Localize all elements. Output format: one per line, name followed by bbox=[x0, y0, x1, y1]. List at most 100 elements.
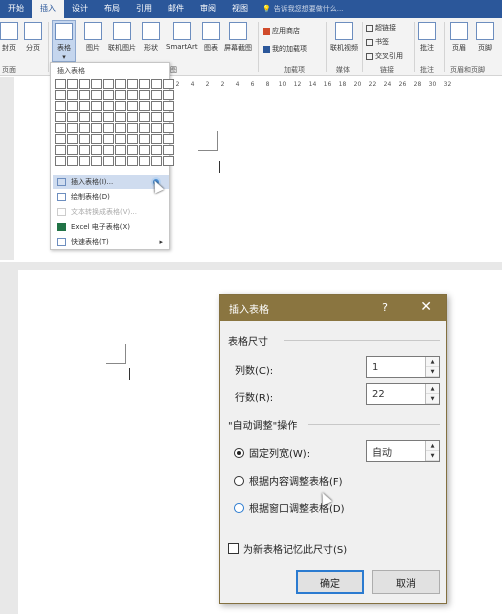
table-grid-cell[interactable] bbox=[79, 145, 90, 155]
table-grid-cell[interactable] bbox=[139, 79, 150, 89]
table-grid-cell[interactable] bbox=[91, 123, 102, 133]
table-grid-cell[interactable] bbox=[55, 123, 66, 133]
table-grid-cell[interactable] bbox=[103, 101, 114, 111]
table-grid-cell[interactable] bbox=[163, 145, 174, 155]
table-grid-cell[interactable] bbox=[55, 101, 66, 111]
table-grid-cell[interactable] bbox=[127, 90, 138, 100]
table-grid-cell[interactable] bbox=[115, 79, 126, 89]
table-grid-cell[interactable] bbox=[79, 112, 90, 122]
tell-me-box[interactable]: 💡 告诉我您想要做什么... bbox=[262, 4, 343, 14]
table-grid-cell[interactable] bbox=[79, 101, 90, 111]
table-grid-cell[interactable] bbox=[103, 145, 114, 155]
hyperlink-button[interactable]: 超链接 bbox=[366, 23, 396, 33]
table-grid-cell[interactable] bbox=[115, 90, 126, 100]
table-grid-cell[interactable] bbox=[163, 134, 174, 144]
table-grid-cell[interactable] bbox=[67, 79, 78, 89]
footer-button[interactable]: 页脚 bbox=[476, 22, 494, 53]
table-grid-cell[interactable] bbox=[127, 156, 138, 166]
tab-layout[interactable]: 布局 bbox=[96, 0, 128, 18]
table-grid-cell[interactable] bbox=[91, 112, 102, 122]
table-grid-cell[interactable] bbox=[103, 112, 114, 122]
table-grid-cell[interactable] bbox=[79, 156, 90, 166]
my-addins-button[interactable]: 我的加载项 bbox=[263, 44, 307, 54]
columns-field[interactable]: 1 ▲ ▼ bbox=[366, 356, 440, 378]
online-pictures-button[interactable]: 联机图片 bbox=[108, 22, 136, 53]
menu-item-draw-table[interactable]: 绘制表格(D) bbox=[53, 190, 169, 204]
autofit-content-radio[interactable]: 根据内容调整表格(F) bbox=[234, 473, 343, 488]
comment-button[interactable]: 批注 bbox=[418, 22, 436, 53]
bookmark-button[interactable]: 书签 bbox=[366, 37, 389, 47]
table-grid-cell[interactable] bbox=[55, 134, 66, 144]
chart-button[interactable]: 图表 bbox=[202, 22, 220, 53]
table-grid-cell[interactable] bbox=[127, 112, 138, 122]
table-grid-cell[interactable] bbox=[91, 156, 102, 166]
table-size-grid[interactable] bbox=[55, 79, 174, 166]
table-grid-cell[interactable] bbox=[163, 79, 174, 89]
dialog-titlebar[interactable]: 插入表格 ? ✕ bbox=[220, 295, 446, 321]
help-button[interactable]: ? bbox=[382, 301, 388, 314]
table-grid-cell[interactable] bbox=[139, 145, 150, 155]
online-video-button[interactable]: 联机视频 bbox=[330, 22, 358, 53]
table-grid-cell[interactable] bbox=[103, 156, 114, 166]
table-grid-cell[interactable] bbox=[151, 112, 162, 122]
table-grid-cell[interactable] bbox=[115, 112, 126, 122]
ok-button[interactable]: 确定 bbox=[296, 570, 364, 594]
table-grid-cell[interactable] bbox=[67, 112, 78, 122]
spin-up-icon[interactable]: ▲ bbox=[426, 384, 439, 394]
table-grid-cell[interactable] bbox=[103, 90, 114, 100]
spin-down-icon[interactable]: ▼ bbox=[426, 394, 439, 404]
table-grid-cell[interactable] bbox=[115, 123, 126, 133]
table-grid-cell[interactable] bbox=[151, 123, 162, 133]
table-grid-cell[interactable] bbox=[103, 79, 114, 89]
table-grid-cell[interactable] bbox=[67, 156, 78, 166]
menu-item-excel-spreadsheet[interactable]: Excel 电子表格(X) bbox=[53, 220, 169, 234]
table-grid-cell[interactable] bbox=[67, 134, 78, 144]
table-grid-cell[interactable] bbox=[55, 79, 66, 89]
menu-item-quick-tables[interactable]: 快速表格(T) ▸ bbox=[53, 235, 169, 249]
table-grid-cell[interactable] bbox=[127, 134, 138, 144]
spin-up-icon[interactable]: ▲ bbox=[426, 357, 439, 367]
table-grid-cell[interactable] bbox=[139, 156, 150, 166]
tab-insert[interactable]: 插入 bbox=[32, 0, 64, 18]
fixed-width-field[interactable]: 自动 ▲ ▼ bbox=[366, 440, 440, 462]
cross-reference-button[interactable]: 交叉引用 bbox=[366, 51, 403, 61]
table-grid-cell[interactable] bbox=[55, 145, 66, 155]
cancel-button[interactable]: 取消 bbox=[372, 570, 440, 594]
shapes-button[interactable]: 形状 bbox=[142, 22, 160, 53]
table-grid-cell[interactable] bbox=[151, 90, 162, 100]
table-grid-cell[interactable] bbox=[115, 101, 126, 111]
table-grid-cell[interactable] bbox=[115, 134, 126, 144]
blank-page-button[interactable]: 分页 bbox=[24, 22, 42, 53]
rows-spinner[interactable]: ▲ ▼ bbox=[425, 384, 439, 404]
table-grid-cell[interactable] bbox=[55, 112, 66, 122]
tab-design[interactable]: 设计 bbox=[64, 0, 96, 18]
tab-references[interactable]: 引用 bbox=[128, 0, 160, 18]
table-grid-cell[interactable] bbox=[127, 101, 138, 111]
table-grid-cell[interactable] bbox=[127, 79, 138, 89]
table-grid-cell[interactable] bbox=[91, 79, 102, 89]
table-grid-cell[interactable] bbox=[91, 145, 102, 155]
screenshot-button[interactable]: 屏幕截图 bbox=[224, 22, 252, 53]
table-grid-cell[interactable] bbox=[163, 156, 174, 166]
table-grid-cell[interactable] bbox=[67, 101, 78, 111]
store-button[interactable]: 应用商店 bbox=[263, 26, 300, 36]
fixed-width-spinner[interactable]: ▲ ▼ bbox=[425, 441, 439, 461]
rows-field[interactable]: 22 ▲ ▼ bbox=[366, 383, 440, 405]
table-grid-cell[interactable] bbox=[79, 123, 90, 133]
table-grid-cell[interactable] bbox=[67, 90, 78, 100]
table-grid-cell[interactable] bbox=[67, 123, 78, 133]
table-grid-cell[interactable] bbox=[163, 90, 174, 100]
table-grid-cell[interactable] bbox=[151, 145, 162, 155]
table-grid-cell[interactable] bbox=[127, 123, 138, 133]
tab-home[interactable]: 开始 bbox=[0, 0, 32, 18]
table-grid-cell[interactable] bbox=[103, 123, 114, 133]
close-button[interactable]: ✕ bbox=[420, 299, 432, 315]
table-grid-cell[interactable] bbox=[79, 90, 90, 100]
table-grid-cell[interactable] bbox=[91, 101, 102, 111]
table-grid-cell[interactable] bbox=[163, 123, 174, 133]
spin-up-icon[interactable]: ▲ bbox=[426, 441, 439, 451]
header-button[interactable]: 页眉 bbox=[450, 22, 468, 53]
table-grid-cell[interactable] bbox=[139, 123, 150, 133]
pictures-button[interactable]: 图片 bbox=[84, 22, 102, 53]
table-button[interactable]: 表格 ▾ bbox=[52, 20, 76, 62]
